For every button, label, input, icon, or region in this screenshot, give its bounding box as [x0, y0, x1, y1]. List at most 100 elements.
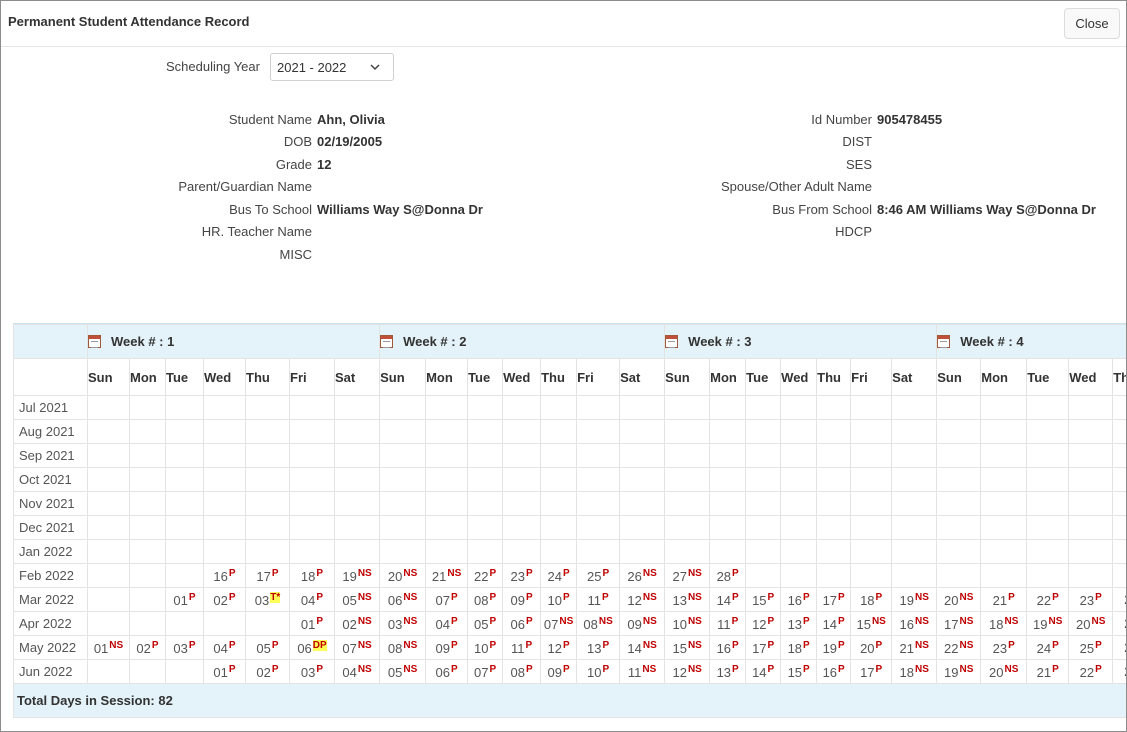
- attendance-code: P: [732, 567, 739, 579]
- empty-day-cell: [165, 563, 204, 588]
- empty-day-cell: [745, 419, 782, 444]
- attendance-code: P: [228, 639, 236, 651]
- attendance-code: P: [1008, 639, 1015, 651]
- close-button[interactable]: Close: [1064, 8, 1120, 39]
- empty-day-cell: [87, 659, 130, 684]
- month-label: Apr 2022: [13, 611, 88, 636]
- empty-day-cell: [619, 443, 666, 468]
- day-header: Wed: [780, 358, 818, 396]
- empty-day-cell: [203, 539, 246, 564]
- attendance-day-cell: 16NS: [891, 611, 938, 636]
- calendar-icon[interactable]: [665, 335, 679, 348]
- empty-day-cell: [709, 395, 747, 420]
- attendance-code: NS: [687, 663, 702, 675]
- attendance-code: P: [732, 663, 739, 675]
- attendance-code: P: [732, 591, 739, 603]
- attendance-code: P: [562, 567, 570, 579]
- day-number: 07: [342, 640, 357, 656]
- empty-day-cell: [129, 491, 166, 516]
- attendance-day-cell: 17P: [245, 563, 290, 588]
- attendance-code: NS: [642, 639, 657, 651]
- day-number: 08: [583, 616, 598, 632]
- attendance-day-cell: 08P: [502, 659, 542, 684]
- empty-day-cell: [540, 443, 578, 468]
- empty-day-cell: [936, 539, 982, 564]
- attendance-code: P: [525, 567, 533, 579]
- attendance-day-cell: 03P: [165, 635, 204, 660]
- attendance-day-cell: 07P: [425, 587, 469, 612]
- total-days-in-session: Total Days in Session: 82: [13, 683, 1126, 718]
- attendance-code: P: [562, 639, 570, 651]
- attendance-code: P: [525, 639, 533, 651]
- day-number: 24: [547, 568, 562, 584]
- empty-day-cell: [379, 491, 427, 516]
- day-number: 07: [543, 616, 559, 632]
- calendar-icon[interactable]: [937, 335, 951, 348]
- attendance-day-cell: 22NS: [936, 635, 982, 660]
- empty-day-cell: [709, 443, 747, 468]
- attendance-code: NS: [959, 639, 974, 651]
- day-number: 03: [173, 640, 188, 656]
- day-header: Sun: [379, 358, 427, 396]
- attendance-code: P: [1052, 639, 1059, 651]
- empty-day-cell: [1026, 491, 1070, 516]
- attendance-day-cell: 10P: [576, 659, 621, 684]
- calendar-icon[interactable]: [380, 335, 394, 348]
- total-row: Total Days in Session: 82: [13, 683, 1126, 718]
- attendance-day-cell: 01P: [289, 611, 335, 636]
- empty-day-cell: [576, 467, 621, 492]
- week-header: Week # : 2: [379, 324, 666, 359]
- week-label: Week # : 3: [688, 334, 752, 349]
- empty-day-cell: [87, 539, 130, 564]
- attendance-code: P: [450, 615, 458, 627]
- empty-day-cell: [850, 395, 893, 420]
- attendance-code: NS: [687, 591, 702, 603]
- month-label: Feb 2022: [13, 563, 88, 588]
- attendance-code: P: [271, 663, 279, 675]
- attendance-code: NS: [959, 591, 974, 603]
- empty-day-cell: [1068, 395, 1114, 420]
- student-field-value: 8:46 AM Williams Way S@Donna Dr: [877, 202, 1096, 217]
- attendance-day-cell: 13NS: [664, 587, 711, 612]
- month-label: Nov 2021: [13, 491, 88, 516]
- attendance-code: P: [489, 663, 497, 675]
- month-label: Mar 2022: [13, 587, 88, 612]
- empty-day-cell: [502, 395, 542, 420]
- day-number: 05: [256, 640, 271, 656]
- attendance-code: P: [602, 663, 610, 675]
- empty-day-cell: [850, 515, 893, 540]
- day-number: 19: [822, 640, 838, 656]
- empty-day-cell: [540, 467, 578, 492]
- empty-day-cell: [891, 515, 938, 540]
- attendance-day-cell: 21NS: [425, 563, 469, 588]
- day-number: 01: [93, 640, 109, 656]
- empty-day-cell: [467, 467, 504, 492]
- empty-day-cell: [203, 419, 246, 444]
- attendance-code: NS: [559, 615, 574, 627]
- empty-day-cell: [1112, 467, 1126, 492]
- scheduling-year-select[interactable]: 2021 - 2022: [270, 53, 394, 81]
- empty-day-cell: [619, 419, 666, 444]
- attendance-code: P: [1095, 639, 1102, 651]
- empty-day-cell: [780, 443, 818, 468]
- attendance-code: P: [838, 639, 845, 651]
- day-number: 12: [627, 592, 642, 608]
- empty-day-cell: [1026, 419, 1070, 444]
- empty-day-cell: [1026, 539, 1070, 564]
- attendance-calendar: Week # : 1 Week # : 2 Week # : 3 Week # : 4…: [13, 323, 1126, 721]
- day-header: Wed: [502, 358, 542, 396]
- empty-day-cell: [87, 419, 130, 444]
- attendance-code: P: [838, 591, 845, 603]
- attendance-day-cell: 01P: [203, 659, 246, 684]
- empty-day-cell: [379, 419, 427, 444]
- empty-day-cell: [379, 515, 427, 540]
- attendance-day-cell: 09NS: [619, 611, 666, 636]
- empty-day-cell: [165, 467, 204, 492]
- calendar-icon[interactable]: [88, 335, 101, 348]
- attendance-day-cell: 13P: [709, 659, 747, 684]
- attendance-day-cell: 15P: [745, 587, 782, 612]
- day-number: 08: [510, 664, 525, 680]
- attendance-code: NS: [357, 663, 372, 675]
- attendance-code: P: [450, 639, 458, 651]
- empty-day-cell: [379, 539, 427, 564]
